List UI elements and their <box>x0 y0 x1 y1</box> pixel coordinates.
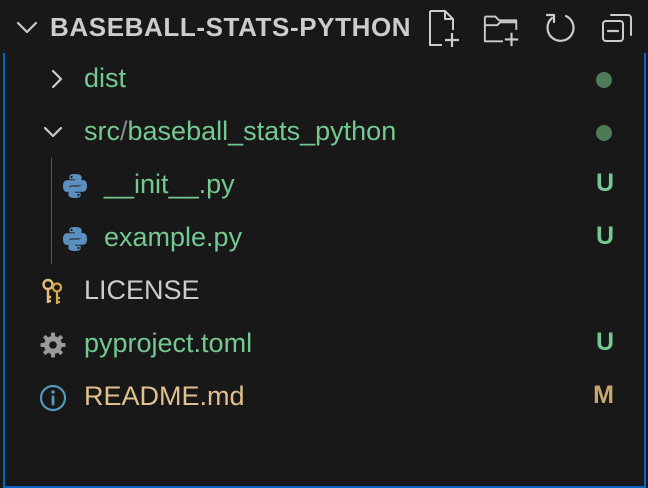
tree-item-label: example.py <box>104 222 243 252</box>
python-icon <box>63 174 87 198</box>
new-file-icon <box>429 10 459 47</box>
folder-name-package: baseball_stats_python <box>127 116 397 146</box>
git-status-dot <box>596 125 612 141</box>
git-status-badge: M <box>593 381 614 409</box>
refresh-icon <box>545 13 575 42</box>
collapse-all-button[interactable] <box>598 8 638 48</box>
chevron-down-icon[interactable] <box>14 14 40 40</box>
info-icon <box>39 384 67 412</box>
git-status-badge: U <box>595 328 614 356</box>
new-file-button[interactable] <box>424 8 464 48</box>
tree-item-readme-md[interactable]: README.md M <box>5 371 644 424</box>
explorer-panel: BASEBALL-STATS-PYTHON dist src/baseball_… <box>0 0 648 488</box>
tree-item-label: LICENSE <box>84 275 200 305</box>
tree-item-license[interactable]: LICENSE <box>5 265 644 318</box>
git-status-badge: U <box>595 222 614 250</box>
python-icon <box>63 227 87 251</box>
tree-item-src-baseball-stats-python[interactable]: src/baseball_stats_python <box>5 106 644 159</box>
new-folder-button[interactable] <box>482 8 522 48</box>
file-tree: dist src/baseball_stats_python __init__.… <box>3 53 646 488</box>
key-icon <box>42 278 63 304</box>
tree-item-label: README.md <box>84 381 245 411</box>
tree-item-init-py[interactable]: __init__.py U <box>5 159 644 212</box>
tree-item-label: dist <box>84 63 127 93</box>
tree-item-label: __init__.py <box>104 169 235 199</box>
tree-item-example-py[interactable]: example.py U <box>5 212 644 265</box>
collapse-all-icon <box>602 14 632 42</box>
explorer-actions <box>424 8 638 48</box>
gear-icon <box>40 332 66 358</box>
refresh-button[interactable] <box>540 8 580 48</box>
git-status-badge: U <box>595 169 614 197</box>
chevron-right-icon[interactable] <box>45 67 69 91</box>
explorer-title: BASEBALL-STATS-PYTHON <box>50 12 412 42</box>
chevron-down-icon[interactable] <box>41 120 65 144</box>
tree-item-pyproject-toml[interactable]: pyproject.toml U <box>5 318 644 371</box>
tree-item-dist[interactable]: dist <box>5 53 644 106</box>
tree-item-label: src/baseball_stats_python <box>84 116 396 147</box>
explorer-section-header[interactable]: BASEBALL-STATS-PYTHON <box>0 0 648 52</box>
tree-item-label: pyproject.toml <box>84 328 253 358</box>
new-folder-icon <box>483 15 519 47</box>
git-status-dot <box>596 72 612 88</box>
folder-name-src: src <box>84 116 120 146</box>
path-separator: / <box>120 116 128 146</box>
